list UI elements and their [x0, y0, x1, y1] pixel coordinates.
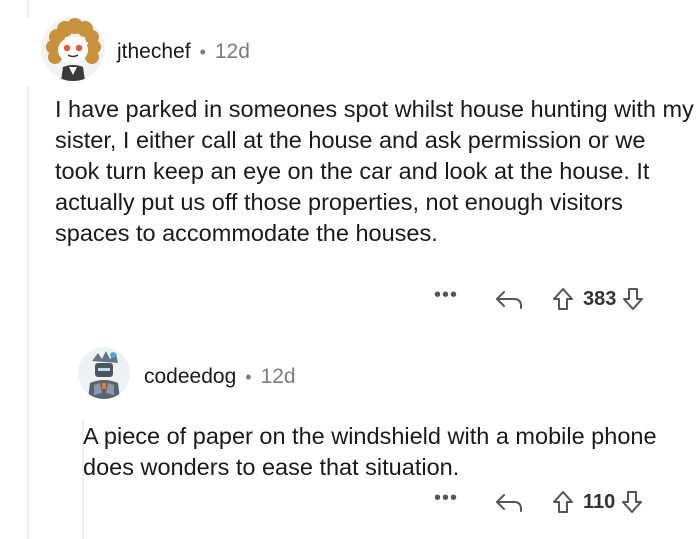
username[interactable]: codeedog [144, 365, 236, 389]
thread-line-top [27, 0, 29, 18]
upvote-arrow-icon[interactable] [552, 490, 574, 514]
vote-score: 110 [583, 490, 616, 513]
reply-body: A piece of paper on the windshield with … [83, 423, 657, 480]
comment-meta: jthechef • 12d [117, 40, 250, 64]
meta-separator: • [245, 366, 252, 387]
username[interactable]: jthechef [117, 40, 191, 64]
downvote-arrow-icon[interactable] [621, 490, 643, 514]
more-dots-icon[interactable]: ••• [434, 488, 457, 508]
reply-age: 12d [260, 365, 296, 388]
reply-arrow-icon[interactable] [494, 490, 524, 514]
avatar-codeedog[interactable] [78, 347, 130, 399]
meta-separator: • [199, 41, 206, 62]
downvote-arrow-icon[interactable] [622, 287, 644, 311]
comment-age: 12d [214, 40, 250, 63]
comment-body: I have parked in someones spot whilst ho… [55, 96, 694, 246]
reply-actions: ••• 110 [434, 486, 643, 518]
reply-meta: codeedog • 12d [144, 365, 296, 389]
thread-line[interactable] [27, 86, 29, 539]
upvote-arrow-icon[interactable] [552, 287, 574, 311]
reply-arrow-icon[interactable] [494, 287, 524, 311]
vote-score: 383 [583, 287, 617, 310]
avatar-jthechef[interactable] [41, 17, 105, 81]
comment-actions: ••• 383 [434, 283, 644, 315]
more-dots-icon[interactable]: ••• [434, 285, 457, 305]
